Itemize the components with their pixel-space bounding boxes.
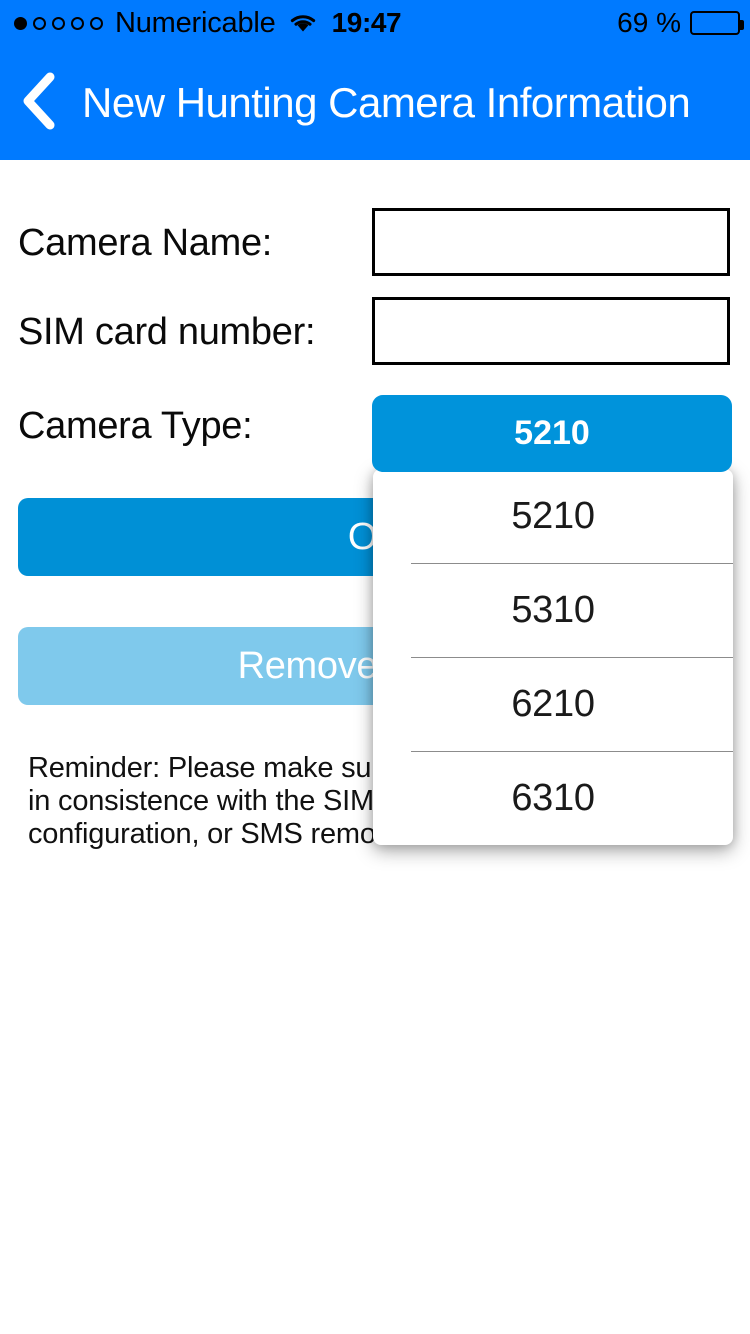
sim-card-number-input[interactable] (372, 297, 730, 365)
camera-type-dropdown-toggle[interactable]: 5210 (372, 395, 732, 472)
dropdown-option-5310[interactable]: 5310 (373, 563, 733, 657)
carrier-label: Numericable (115, 6, 276, 39)
battery-percent-label: 69 % (617, 7, 681, 38)
battery-icon (690, 11, 744, 35)
clock-label: 19:47 (331, 7, 402, 38)
navigation-bar: New Hunting Camera Information (0, 46, 750, 160)
signal-strength-icon (14, 16, 103, 30)
camera-name-input[interactable] (372, 208, 730, 276)
status-bar: Numericable 19:47 69 % (0, 0, 750, 46)
camera-name-label: Camera Name: (18, 221, 273, 264)
camera-type-label: Camera Type: (18, 404, 253, 447)
signal-dot-5 (90, 16, 103, 30)
app-screen: Numericable 19:47 69 % New Hunting Camer… (0, 0, 750, 1334)
sim-number-label: SIM card number: (18, 310, 316, 353)
signal-dot-1 (14, 16, 27, 30)
battery-status: 69 % (617, 7, 744, 39)
signal-dot-4 (71, 16, 84, 30)
battery-cap (740, 20, 744, 30)
chevron-left-icon (16, 69, 62, 138)
signal-dot-3 (52, 16, 65, 30)
signal-dot-2 (33, 16, 46, 30)
back-button[interactable] (0, 46, 78, 160)
camera-type-dropdown-list: 5210 5310 6210 6310 (373, 469, 733, 845)
camera-type-dropdown: 5210 5210 5310 6210 6310 (372, 395, 733, 845)
dropdown-option-6310[interactable]: 6310 (373, 751, 733, 845)
dropdown-option-5210[interactable]: 5210 (373, 469, 733, 563)
page-title: New Hunting Camera Information (82, 79, 691, 126)
dropdown-option-6210[interactable]: 6210 (373, 657, 733, 751)
wifi-icon (288, 12, 318, 34)
